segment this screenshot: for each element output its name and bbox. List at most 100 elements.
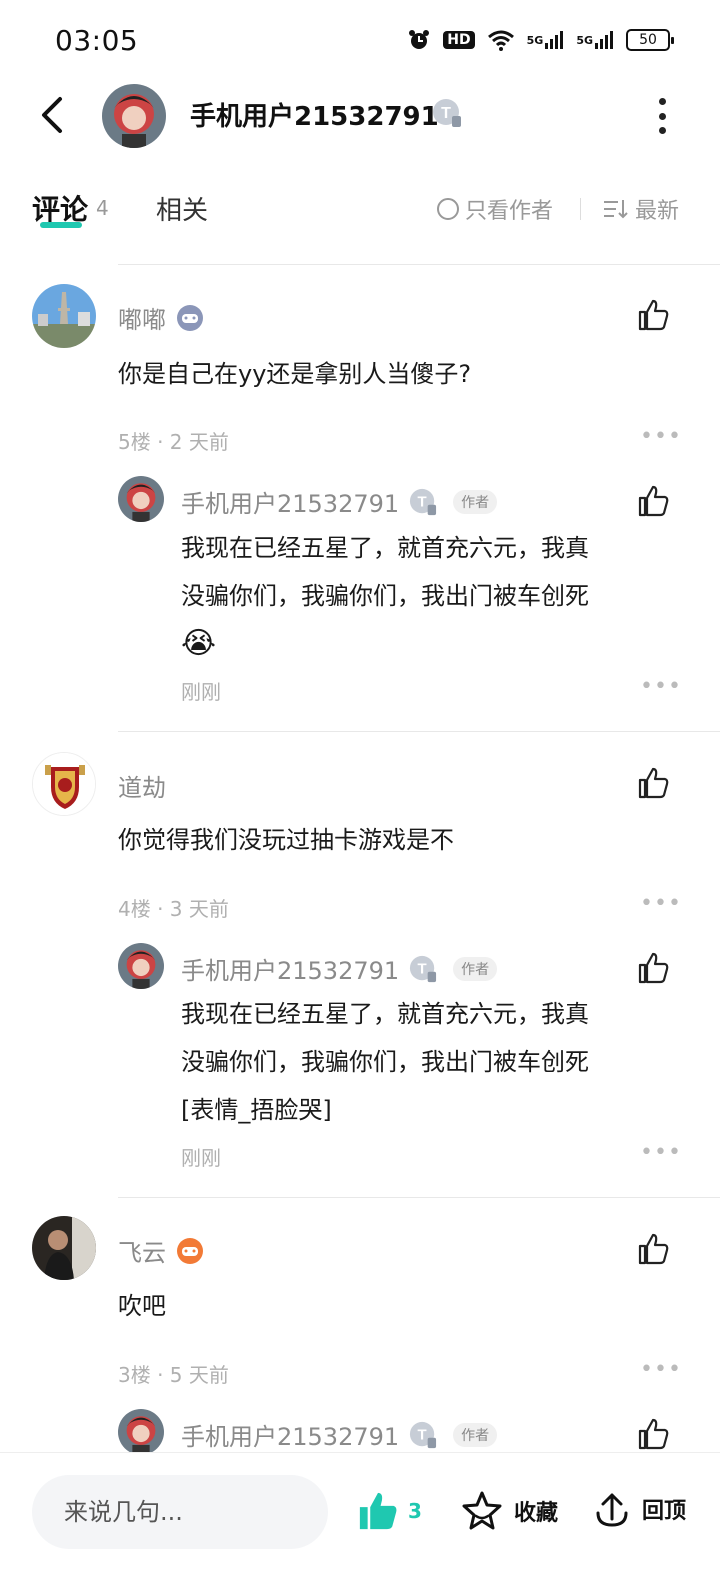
status-time: 03:05 (55, 24, 139, 57)
comment-username[interactable]: 嘟嘟 (118, 300, 166, 335)
status-bar: 03:05 HD 5G 5G 50 (0, 0, 720, 84)
signal-icon-1: 5G (527, 30, 565, 50)
author-tag: 作者 (453, 956, 498, 981)
comment-count: 4 (96, 196, 109, 220)
tab-related[interactable]: 相关 (156, 190, 208, 227)
reply-line-3: [表情_捂脸哭] (181, 1096, 332, 1124)
comment-username[interactable]: 飞云 (118, 1233, 166, 1268)
thumbs-up-icon (638, 299, 669, 331)
level-badge-icon: T (410, 955, 437, 982)
like-button[interactable] (636, 766, 670, 800)
hd-icon: HD (443, 31, 475, 49)
tab-divider (580, 198, 581, 220)
more-options-icon[interactable]: ••• (640, 891, 682, 916)
comment-input[interactable]: 来说几句... (32, 1475, 328, 1549)
svg-text:T: T (418, 493, 427, 510)
status-icons: HD 5G 5G 50 (407, 28, 674, 52)
crying-emoji: 😭 (181, 626, 217, 661)
collect-button[interactable]: 收藏 (460, 1489, 558, 1533)
star-icon (462, 1491, 502, 1530)
comment-header: 飞云 (118, 1233, 204, 1268)
divider (118, 264, 720, 265)
like-button[interactable] (636, 951, 670, 985)
more-options-icon[interactable]: ••• (640, 424, 682, 449)
reply-line-1: 我现在已经五星了，就首充六元，我真 (181, 1000, 589, 1028)
like-button[interactable] (636, 1417, 670, 1451)
battery-icon: 50 (626, 29, 674, 51)
header-avatar[interactable] (102, 84, 166, 148)
radio-icon (437, 198, 459, 220)
tab-active-indicator (40, 222, 82, 228)
reply-line-2: 没骗你们，我骗你们，我出门被车创死 (181, 582, 589, 610)
gamepad-badge-icon (177, 1237, 203, 1264)
avatar[interactable] (32, 752, 96, 816)
chevron-left-icon (42, 97, 62, 133)
comment-meta: 5楼 · 2 天前 (118, 430, 229, 454)
divider (118, 1197, 720, 1198)
comment-username[interactable]: 道劫 (118, 768, 166, 803)
author-tag: 作者 (453, 1422, 498, 1447)
divider (118, 731, 720, 732)
back-to-top-button[interactable]: 回顶 (592, 1489, 686, 1529)
bottom-bar: 来说几句... 3 收藏 回顶 (0, 1452, 720, 1584)
header-username[interactable]: 手机用户21532791 (190, 96, 439, 133)
level-badge-icon: T (432, 98, 462, 132)
level-badge-icon: T (410, 488, 437, 515)
more-menu-button[interactable] (652, 98, 672, 134)
signal-icon-2: 5G (576, 30, 614, 50)
avatar[interactable] (32, 1216, 96, 1280)
reply-line-2: 没骗你们，我骗你们，我出门被车创死 (181, 1048, 589, 1076)
reply-avatar[interactable] (118, 476, 164, 522)
alarm-icon (407, 28, 431, 52)
comment-content: 吹吧 (118, 1292, 166, 1320)
reply-line-1: 我现在已经五星了，就首充六元，我真 (181, 534, 589, 562)
comment-content: 你觉得我们没玩过抽卡游戏是不 (118, 826, 454, 854)
reply-time: 刚刚 (181, 1146, 221, 1170)
reply-avatar[interactable] (118, 1409, 164, 1455)
thumbs-up-icon (638, 485, 669, 517)
more-options-icon[interactable]: ••• (640, 674, 682, 699)
thumbs-up-filled-icon (359, 1492, 397, 1530)
comment-content: 你是自己在yy还是拿别人当傻子? (118, 360, 472, 388)
reply-header: 手机用户21532791 T 作者 (181, 1417, 498, 1452)
header: 手机用户21532791 T (0, 84, 720, 184)
thumbs-up-icon (638, 1233, 669, 1265)
avatar[interactable] (32, 284, 96, 348)
back-button[interactable] (32, 90, 72, 140)
tab-bar: 评论 4 相关 只看作者 最新 (0, 180, 720, 244)
reply-username[interactable]: 手机用户21532791 (181, 1417, 399, 1452)
reply-username[interactable]: 手机用户21532791 (181, 951, 399, 986)
svg-text:T: T (418, 1426, 427, 1443)
post-like-button[interactable]: 3 (356, 1489, 422, 1533)
thumbs-up-icon (638, 767, 669, 799)
reply-avatar[interactable] (118, 943, 164, 989)
reply-header: 手机用户21532791 T 作者 (181, 951, 498, 986)
reply-header: 手机用户21532791 T 作者 (181, 484, 498, 519)
author-only-toggle[interactable]: 只看作者 (437, 193, 553, 225)
author-tag: 作者 (453, 489, 498, 514)
author-only-label: 只看作者 (465, 199, 554, 224)
wifi-icon (487, 29, 515, 51)
svg-text:T: T (441, 105, 451, 122)
reply-username[interactable]: 手机用户21532791 (181, 484, 399, 519)
thumbs-up-icon (638, 1418, 669, 1450)
sort-icon (604, 200, 628, 219)
like-button[interactable] (636, 484, 670, 518)
post-like-count: 3 (408, 1499, 422, 1523)
upload-arrow-icon (596, 1493, 628, 1527)
sort-button[interactable]: 最新 (603, 193, 679, 225)
like-button[interactable] (636, 1232, 670, 1266)
collect-label: 收藏 (514, 1501, 559, 1526)
gamepad-badge-icon (177, 304, 203, 331)
level-badge-icon: T (410, 1421, 437, 1448)
more-options-icon[interactable]: ••• (640, 1140, 682, 1165)
comment-meta: 4楼 · 3 天前 (118, 897, 229, 921)
like-button[interactable] (636, 298, 670, 332)
sort-label: 最新 (635, 199, 680, 224)
reply-time: 刚刚 (181, 680, 221, 704)
battery-level: 50 (639, 32, 657, 48)
comment-meta: 3楼 · 5 天前 (118, 1363, 229, 1387)
svg-text:T: T (418, 960, 427, 977)
more-options-icon[interactable]: ••• (640, 1357, 682, 1382)
comment-header: 嘟嘟 (118, 300, 204, 335)
